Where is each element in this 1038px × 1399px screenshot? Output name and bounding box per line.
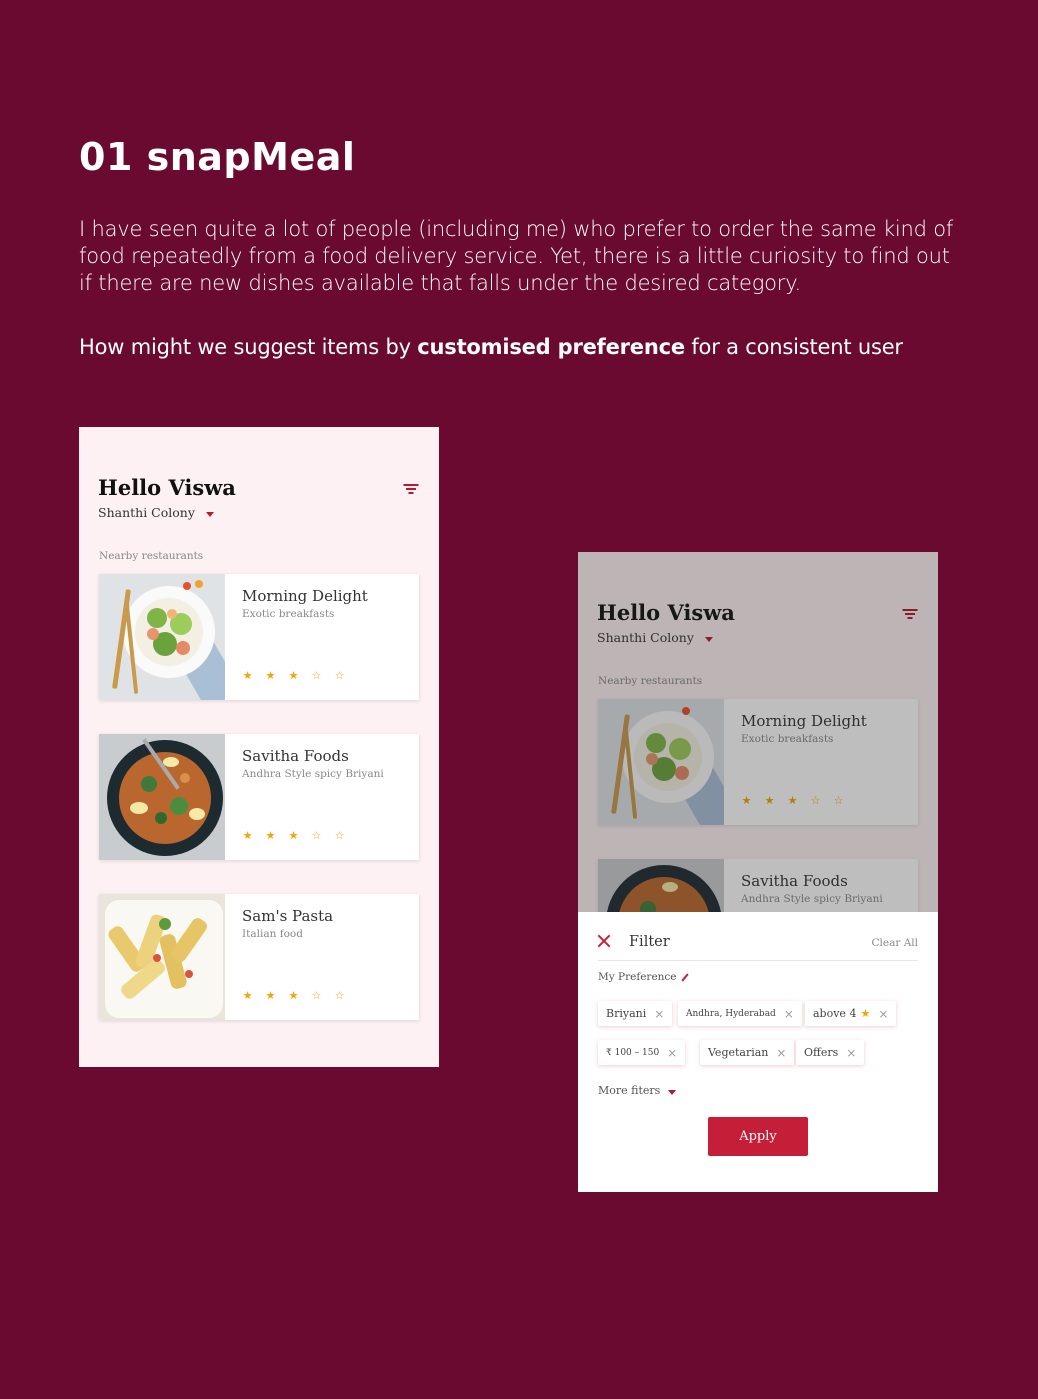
restaurant-desc: Italian food <box>242 928 303 940</box>
filter-sheet: Filter Clear All My Preference Briyani × … <box>578 912 938 1192</box>
location-selector[interactable]: Shanthi Colony <box>98 505 195 520</box>
star-filled-icon: ★ <box>288 670 299 682</box>
edit-icon[interactable] <box>681 973 689 982</box>
restaurant-desc: Andhra Style spicy Briyani <box>242 768 384 780</box>
star-filled-icon: ★ <box>265 990 276 1002</box>
more-filters-toggle[interactable]: More fiters <box>598 1084 660 1097</box>
star-empty-icon: ☆ <box>334 830 345 842</box>
filter-screen: Hello Viswa Shanthi Colony Nearby restau… <box>578 552 938 1192</box>
filter-chip-vegetarian[interactable]: Vegetarian × <box>700 1040 795 1065</box>
pasta-bowl-image <box>99 894 225 1020</box>
my-preference-label: My Preference <box>598 971 677 983</box>
chip-label: Offers <box>804 1046 839 1059</box>
star-empty-icon: ☆ <box>334 990 345 1002</box>
divider <box>598 960 918 961</box>
restaurant-desc: Exotic breakfasts <box>242 608 335 620</box>
rating-stars: ★ ★ ★ ☆ ☆ <box>242 669 345 682</box>
star-filled-icon: ★ <box>288 830 299 842</box>
chip-label: above 4 <box>813 1007 857 1020</box>
hmw-prefix: How might we suggest items by <box>79 335 418 359</box>
filter-chip-briyani[interactable]: Briyani × <box>598 1001 673 1026</box>
filter-chip-region[interactable]: Andhra, Hyderabad × <box>678 1001 802 1026</box>
project-title: 01 snapMeal <box>79 135 356 179</box>
chip-label: Briyani <box>606 1007 647 1020</box>
star-empty-icon: ☆ <box>311 990 322 1002</box>
close-icon[interactable]: × <box>784 1007 794 1021</box>
rating-stars: ★ ★ ★ ☆ ☆ <box>242 989 345 1002</box>
close-icon[interactable]: × <box>846 1046 856 1060</box>
star-filled-icon: ★ <box>265 830 276 842</box>
filter-icon[interactable] <box>403 484 419 496</box>
star-empty-icon: ☆ <box>311 830 322 842</box>
restaurant-name: Morning Delight <box>242 587 368 605</box>
restaurant-card[interactable]: Morning Delight Exotic breakfasts ★ ★ ★ … <box>99 574 419 700</box>
close-icon[interactable]: × <box>667 1046 677 1060</box>
biryani-pan-image <box>99 734 225 860</box>
close-icon[interactable]: × <box>776 1046 786 1060</box>
close-icon[interactable]: × <box>878 1007 888 1021</box>
star-filled-icon: ★ <box>242 990 253 1002</box>
close-icon[interactable]: × <box>654 1007 664 1021</box>
greeting: Hello Viswa <box>98 475 236 500</box>
star-filled-icon: ★ <box>242 830 253 842</box>
star-filled-icon: ★ <box>288 990 299 1002</box>
restaurant-name: Savitha Foods <box>242 747 349 765</box>
restaurant-name: Sam's Pasta <box>242 907 334 925</box>
hmw-suffix: for a consistent user <box>684 335 903 359</box>
section-label: Nearby restaurants <box>99 550 204 562</box>
rating-stars: ★ ★ ★ ☆ ☆ <box>242 829 345 842</box>
star-filled-icon: ★ <box>860 1007 871 1020</box>
filter-chip-offers[interactable]: Offers × <box>796 1040 865 1065</box>
star-empty-icon: ☆ <box>311 670 322 682</box>
star-filled-icon: ★ <box>242 670 253 682</box>
salad-plate-image <box>99 574 225 700</box>
chip-label: ₹ 100 – 150 <box>606 1047 660 1058</box>
star-empty-icon: ☆ <box>334 670 345 682</box>
clear-all-button[interactable]: Clear All <box>871 937 918 949</box>
restaurant-card[interactable]: Sam's Pasta Italian food ★ ★ ★ ☆ ☆ <box>99 894 419 1020</box>
chip-label: Vegetarian <box>708 1046 769 1059</box>
chevron-down-icon[interactable] <box>668 1090 676 1095</box>
filter-chip-price[interactable]: ₹ 100 – 150 × <box>598 1040 686 1065</box>
chip-label: Andhra, Hyderabad <box>686 1008 776 1019</box>
filter-chip-rating[interactable]: above 4 ★ × <box>805 1001 897 1026</box>
restaurant-card[interactable]: Savitha Foods Andhra Style spicy Briyani… <box>99 734 419 860</box>
close-icon[interactable] <box>597 934 611 948</box>
apply-button[interactable]: Apply <box>708 1117 808 1156</box>
how-might-we: How might we suggest items by customised… <box>79 334 959 361</box>
intro-paragraph: I have seen quite a lot of people (inclu… <box>79 217 954 295</box>
hmw-emphasis: customised preference <box>417 335 685 359</box>
star-filled-icon: ★ <box>265 670 276 682</box>
chevron-down-icon[interactable] <box>206 512 214 517</box>
filter-title: Filter <box>629 934 670 950</box>
home-screen: Hello Viswa Shanthi Colony Nearby restau… <box>79 427 439 1067</box>
